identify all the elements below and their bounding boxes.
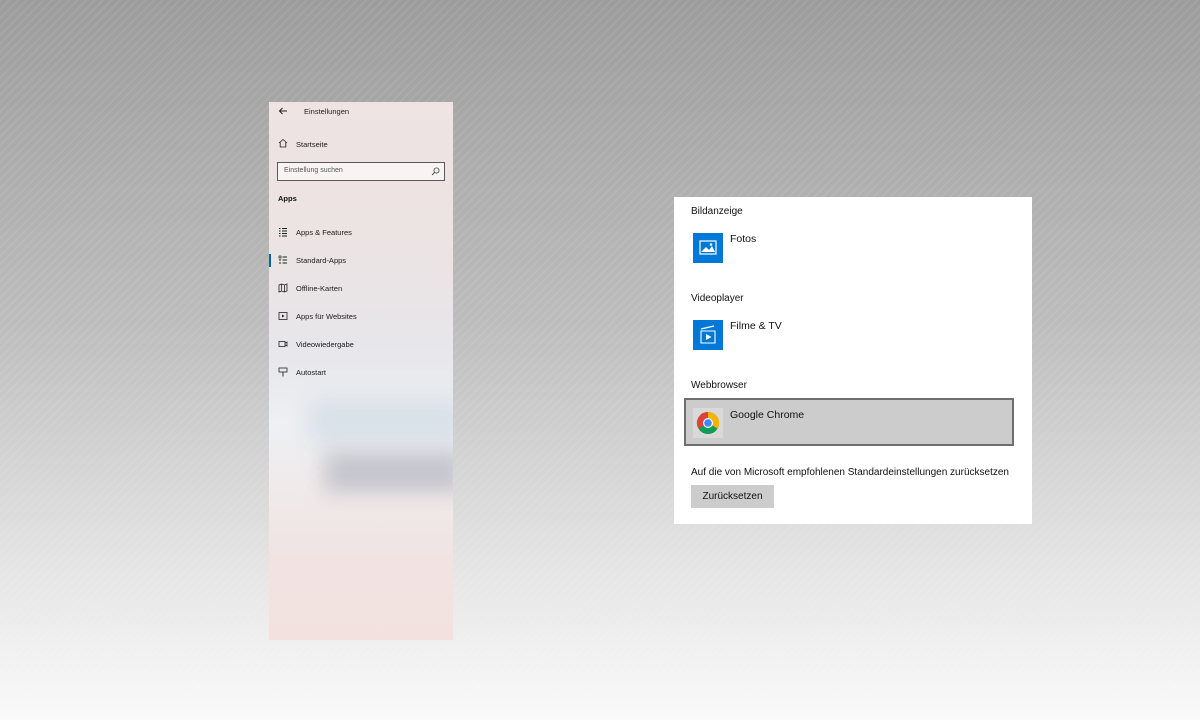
sidebar-item-label: Videowiedergabe [296, 340, 354, 349]
sidebar-item-standard-apps[interactable]: Standard-Apps [269, 251, 453, 269]
sidebar-item-label: Standard-Apps [296, 256, 347, 265]
sidebar-item-offline-maps[interactable]: Offline-Karten [269, 279, 453, 297]
category-label-image-viewer: Bildanzeige [691, 206, 743, 217]
sidebar-item-label: Startseite [296, 140, 328, 149]
sidebar-item-video-playback[interactable]: Videowiedergabe [269, 335, 453, 353]
sidebar-item-autostart[interactable]: Autostart [269, 363, 453, 381]
app-name: Fotos [730, 233, 757, 245]
selection-indicator [269, 254, 271, 267]
reset-button[interactable]: Zurücksetzen [691, 485, 774, 508]
background-blur [309, 402, 453, 442]
section-title: Apps [278, 194, 297, 203]
search-icon[interactable] [431, 167, 440, 176]
chrome-icon [693, 408, 723, 438]
default-apps-panel: Bildanzeige Fotos Videoplayer Filme & TV… [674, 197, 1032, 524]
photos-icon [693, 233, 723, 263]
arrow-left-icon[interactable] [277, 105, 289, 117]
map-icon [278, 283, 288, 293]
startup-icon [278, 367, 288, 377]
default-app-web-browser[interactable]: Google Chrome [684, 398, 1014, 446]
sidebar-item-apps-websites[interactable]: Apps für Websites [269, 307, 453, 325]
background-blur [324, 452, 453, 492]
category-label-video-player: Videoplayer [691, 293, 744, 304]
reset-description: Auf die von Microsoft empfohlenen Standa… [691, 467, 1009, 478]
search-input[interactable]: Einstellung suchen [277, 162, 445, 181]
apps-features-icon [279, 228, 287, 237]
app-name: Filme & TV [730, 320, 782, 332]
sidebar-item-home[interactable]: Startseite [269, 136, 453, 152]
settings-sidebar: Einstellungen Startseite Einstellung suc… [269, 102, 453, 640]
default-app-image-viewer[interactable]: Fotos [691, 230, 1013, 264]
sidebar-item-label: Apps für Websites [296, 312, 357, 321]
app-name: Google Chrome [730, 409, 805, 421]
movies-tv-icon [693, 320, 723, 350]
default-apps-icon [278, 255, 287, 264]
sidebar-item-label: Autostart [296, 368, 327, 377]
search-placeholder: Einstellung suchen [284, 167, 343, 174]
sidebar-item-label: Offline-Karten [296, 284, 343, 293]
sidebar-item-label: Apps & Features [296, 228, 352, 237]
video-icon [278, 341, 288, 347]
sidebar-item-apps-features[interactable]: Apps & Features [269, 223, 453, 241]
window-title: Einstellungen [304, 107, 350, 116]
category-label-web-browser: Webbrowser [691, 380, 747, 391]
home-icon [278, 138, 288, 148]
apps-websites-icon [278, 312, 288, 320]
default-app-video-player[interactable]: Filme & TV [691, 317, 1013, 351]
title-bar: Einstellungen [269, 102, 453, 122]
